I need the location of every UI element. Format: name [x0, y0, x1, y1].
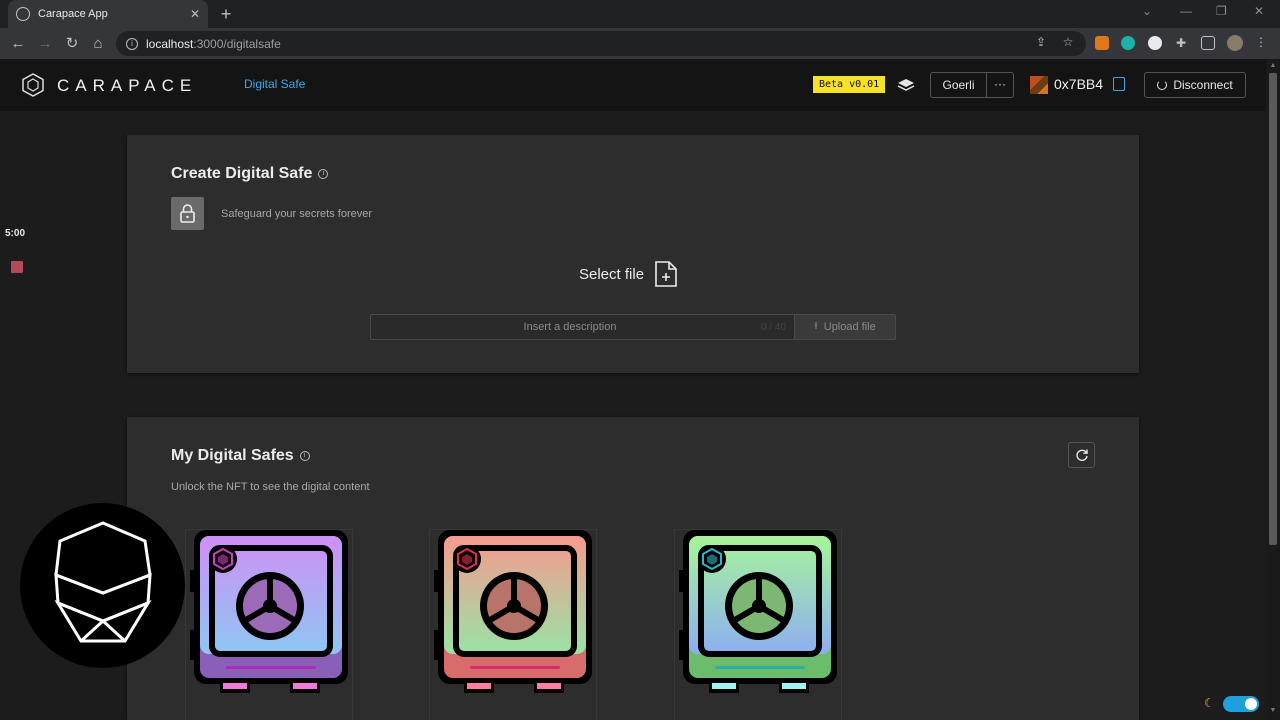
browser-menu-icon[interactable]: ⋮: [1254, 35, 1268, 49]
description-input[interactable]: Insert a description 0 / 40: [370, 314, 795, 340]
home-icon[interactable]: ⌂: [88, 34, 108, 54]
network-button[interactable]: Goerli: [930, 72, 987, 98]
browser-toolbar: ← → ↻ ⌂ i localhost:3000/digitalsafe ⇪ ☆…: [0, 28, 1280, 59]
copy-icon[interactable]: [1113, 77, 1125, 91]
select-file-button[interactable]: Select file: [579, 260, 678, 288]
safe-nft-image: [190, 530, 348, 693]
description-counter: 0 / 40: [760, 321, 786, 333]
tab-close-icon[interactable]: ✕: [190, 7, 200, 21]
new-tab-button[interactable]: +: [216, 4, 236, 24]
address-bar[interactable]: i localhost:3000/digitalsafe: [116, 31, 1086, 56]
my-safes-title: My Digital Safes i: [171, 447, 310, 465]
description-placeholder: Insert a description: [523, 321, 617, 333]
metamask-extension-icon[interactable]: [1095, 36, 1109, 50]
url-text: localhost:3000/digitalsafe: [146, 37, 281, 51]
info-icon[interactable]: i: [318, 168, 329, 179]
minimize-icon[interactable]: —: [1180, 4, 1192, 18]
app-header: CARAPACE Digital Safe Beta v0.01 Goerli …: [0, 59, 1266, 111]
upload-icon: ⭱: [814, 320, 818, 332]
share-icon[interactable]: ⇪: [1034, 35, 1048, 49]
reload-icon[interactable]: ↻: [62, 34, 82, 54]
wallet-address: 0x7BB4: [1054, 76, 1104, 92]
carapace-logo-icon: [54, 521, 152, 643]
forward-icon[interactable]: →: [35, 34, 55, 54]
create-safe-title: Create Digital Safe i: [171, 165, 329, 183]
nft-safe-card[interactable]: [674, 529, 842, 720]
safe-nft-image: [679, 530, 837, 693]
nft-safe-card[interactable]: [185, 529, 353, 720]
file-add-icon: [655, 261, 677, 287]
carapace-logo-icon[interactable]: [22, 73, 44, 97]
nft-safe-card[interactable]: [429, 529, 597, 720]
scroll-thumb[interactable]: [1269, 73, 1277, 545]
extension-globe-icon[interactable]: [1148, 36, 1162, 50]
profile-avatar[interactable]: [1227, 35, 1243, 51]
disconnect-button[interactable]: Disconnect: [1144, 72, 1246, 98]
url-path: :3000/digitalsafe: [193, 36, 281, 51]
record-stop-icon[interactable]: [11, 261, 23, 273]
favicon-icon: [16, 7, 30, 21]
window-close-icon[interactable]: ✕: [1254, 4, 1264, 18]
back-icon[interactable]: ←: [8, 34, 28, 54]
create-safe-title-text: Create Digital Safe: [171, 165, 313, 182]
brand-name[interactable]: CARAPACE: [57, 76, 197, 96]
nav-digital-safe[interactable]: Digital Safe: [244, 77, 305, 91]
recording-timer: 5:00: [5, 228, 26, 239]
create-safe-card: Create Digital Safe i Safeguard your secr…: [127, 135, 1139, 373]
browser-tab[interactable]: Carapace App ✕: [8, 0, 208, 28]
dark-mode-icon: ☾: [1204, 696, 1215, 710]
wallet-avatar: [1030, 76, 1048, 94]
restore-icon[interactable]: ❐: [1216, 4, 1227, 18]
safe-nft-image: [434, 530, 592, 693]
bookmark-star-icon[interactable]: ☆: [1061, 35, 1075, 49]
more-options-button[interactable]: ···: [986, 72, 1014, 98]
upload-file-label: Upload file: [823, 321, 876, 333]
info-icon[interactable]: i: [299, 450, 310, 461]
scroll-up-icon[interactable]: ▲: [1269, 62, 1277, 70]
lock-icon: [171, 197, 204, 230]
select-file-label: Select file: [579, 265, 645, 283]
page-scrollbar[interactable]: ▲ ▼: [1266, 59, 1280, 720]
scroll-down-icon[interactable]: ▼: [1269, 707, 1277, 715]
upload-file-button[interactable]: ⭱ Upload file: [794, 314, 896, 340]
extension-teal-icon[interactable]: [1121, 36, 1135, 50]
browser-tabstrip: Carapace App ✕ + ⌄ — ❐ ✕: [0, 0, 1280, 28]
create-safe-subtitle: Safeguard your secrets forever: [221, 208, 373, 220]
site-info-icon[interactable]: i: [126, 37, 138, 50]
tab-search-icon[interactable]: ⌄: [1142, 4, 1152, 18]
refresh-icon: [1075, 449, 1088, 461]
tab-title: Carapace App: [38, 8, 108, 20]
url-host: localhost: [146, 36, 194, 51]
side-panel-icon[interactable]: [1201, 36, 1215, 50]
refresh-button[interactable]: [1068, 442, 1095, 468]
my-safes-title-text: My Digital Safes: [171, 447, 294, 464]
toggle-knob: [1245, 698, 1257, 710]
layers-icon[interactable]: [897, 77, 915, 93]
theme-toggle[interactable]: [1223, 696, 1259, 712]
my-safes-card: My Digital Safes i Unlock the NFT to see …: [127, 417, 1139, 720]
beta-badge: Beta v0.01: [813, 76, 886, 93]
disconnect-label: Disconnect: [1173, 78, 1233, 92]
power-icon: [1157, 80, 1168, 90]
extensions-puzzle-icon[interactable]: ✚: [1174, 36, 1188, 50]
my-safes-subtitle: Unlock the NFT to see the digital conten…: [171, 481, 370, 493]
webcam-overlay: [20, 503, 185, 668]
